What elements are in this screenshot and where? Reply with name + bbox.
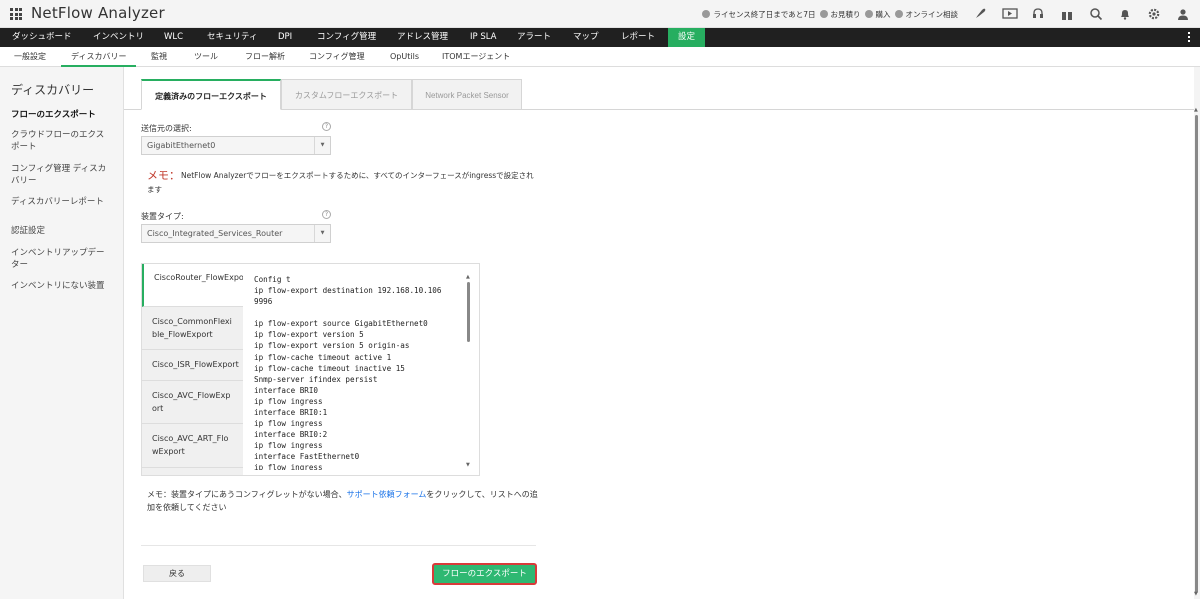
config-template-item[interactable]: Cisco_AVC_ART_FlowExport xyxy=(142,424,243,468)
scroll-thumb[interactable] xyxy=(467,282,470,342)
app-title: NetFlow Analyzer xyxy=(31,4,165,22)
config-template-list: CiscoRouter_FlowExport Cisco_CommonFlexi… xyxy=(142,264,243,475)
sidebar-item-flow-export[interactable]: フローのエクスポート xyxy=(0,109,123,121)
source-label: 送信元の選択: xyxy=(141,124,192,133)
subnav-tools[interactable]: ツール xyxy=(194,47,218,67)
nav-wlc[interactable]: WLC xyxy=(156,28,191,47)
page-scrollbar[interactable]: ▲ ▼ xyxy=(1194,67,1200,599)
sidebar-item-cloud-flow-export[interactable]: クラウドフローのエクスポート xyxy=(0,129,123,153)
license-icon xyxy=(702,10,711,18)
tab-network-packet-sensor[interactable]: Network Packet Sensor xyxy=(412,79,522,110)
nav-security[interactable]: セキュリティ xyxy=(199,28,266,47)
chevron-down-icon: ▼ xyxy=(314,225,330,242)
config-template-item[interactable]: Cisco_ISR_FlowExport xyxy=(142,350,243,381)
subnav-oputils[interactable]: OpUtils xyxy=(390,47,419,67)
nav-dashboard[interactable]: ダッシュボード xyxy=(4,28,80,47)
config-scrollbar[interactable]: ▲ ▼ xyxy=(466,274,472,468)
rocket-icon[interactable] xyxy=(973,7,987,21)
tab-predefined-export[interactable]: 定義済みのフローエクスポート xyxy=(141,79,281,110)
nav-address-management[interactable]: アドレス管理 xyxy=(389,28,456,47)
sidebar-item-unmanaged-devices[interactable]: インベントリにない装置 xyxy=(0,280,123,292)
nav-dpi[interactable]: DPI xyxy=(270,28,300,47)
more-menu-icon[interactable] xyxy=(1188,32,1191,44)
config-template-item[interactable]: Cisco_CommonFlexible_FlowExport xyxy=(142,307,243,350)
subnav-monitoring[interactable]: 監視 xyxy=(151,47,167,67)
source-help-icon[interactable]: ? xyxy=(322,122,331,131)
memo-text: NetFlow Analyzerでフローをエクスポートするために、すべてのインタ… xyxy=(147,171,534,194)
subnav-discovery[interactable]: ディスカバリー xyxy=(61,47,137,67)
device-type-help-icon[interactable]: ? xyxy=(322,210,331,219)
nav-alerts[interactable]: アラート xyxy=(509,28,559,47)
source-select[interactable]: GigabitEthernet0 ▼ xyxy=(141,136,331,155)
license-link[interactable]: ライセンス終了日まであと7日 xyxy=(702,9,816,20)
device-type-select[interactable]: Cisco_Integrated_Services_Router ▼ xyxy=(141,224,331,243)
scroll-up-icon[interactable]: ▲ xyxy=(466,274,470,280)
config-template-panel: CiscoRouter_FlowExport Cisco_CommonFlexi… xyxy=(141,263,480,476)
search-icon[interactable] xyxy=(1089,7,1103,21)
support-note: メモ：装置タイプにあうコンフィグレットがない場合、サポート依頼フォームをクリック… xyxy=(147,490,538,512)
sidebar-item-inventory-updater[interactable]: インベントリアップデーター xyxy=(0,247,123,271)
sidebar-title: ディスカバリー xyxy=(11,83,95,97)
sidebar-item-config-discovery[interactable]: コンフィグ管理 ディスカバリー xyxy=(0,163,123,187)
consult-link[interactable]: オンライン相談 xyxy=(894,9,958,20)
cart-icon xyxy=(864,10,873,18)
top-bar: NetFlow Analyzer ライセンス終了日まであと7日 お見積り 購入 … xyxy=(0,0,1200,28)
gear-icon[interactable] xyxy=(1147,7,1161,21)
footer-divider xyxy=(141,545,536,546)
config-template-item[interactable]: Cisco_AVC_FlowExport xyxy=(142,381,243,424)
scroll-up-icon[interactable]: ▲ xyxy=(1194,107,1198,113)
app-grid-icon[interactable] xyxy=(10,8,22,20)
scroll-down-icon[interactable]: ▼ xyxy=(1194,591,1198,597)
tab-custom-export[interactable]: カスタムフローエクスポート xyxy=(281,79,412,110)
sidebar-item-discovery-report[interactable]: ディスカバリーレポート xyxy=(0,196,123,208)
gift-icon[interactable] xyxy=(1060,7,1074,21)
nav-inventory[interactable]: インベントリ xyxy=(85,28,152,47)
subnav-general-settings[interactable]: 一般設定 xyxy=(14,47,46,67)
export-flow-button[interactable]: フローのエクスポート xyxy=(432,563,537,585)
sub-nav: 一般設定 ディスカバリー 監視 ツール フロー解析 コンフィグ管理 OpUtil… xyxy=(0,47,1200,67)
scroll-down-icon[interactable]: ▼ xyxy=(466,462,470,468)
video-icon[interactable] xyxy=(1002,7,1018,21)
subnav-flow-analysis[interactable]: フロー解析 xyxy=(245,47,285,67)
nav-ip-sla[interactable]: IP SLA xyxy=(462,28,504,47)
subnav-config-management[interactable]: コンフィグ管理 xyxy=(309,47,365,67)
device-type-label: 装置タイプ: xyxy=(141,212,184,221)
subnav-itom-agent[interactable]: ITOMエージェント xyxy=(442,47,510,67)
nav-config-management[interactable]: コンフィグ管理 xyxy=(309,28,384,47)
chat-icon xyxy=(894,10,903,18)
chevron-down-icon: ▼ xyxy=(314,137,330,154)
headset-icon[interactable] xyxy=(1031,7,1045,21)
nav-maps[interactable]: マップ xyxy=(565,28,607,47)
main-content: 定義済みのフローエクスポート カスタムフローエクスポート Network Pac… xyxy=(124,67,1194,599)
nav-settings[interactable]: 設定 xyxy=(668,28,705,47)
config-code[interactable]: Config t ip flow-export destination 192.… xyxy=(254,274,464,470)
buy-link[interactable]: 購入 xyxy=(864,9,891,20)
config-template-item[interactable]: CiscoRouter_FlowExport xyxy=(142,264,243,307)
quote-icon xyxy=(819,10,828,18)
nav-reports[interactable]: レポート xyxy=(613,28,663,47)
scroll-thumb[interactable] xyxy=(1195,115,1198,593)
sidebar-item-credentials[interactable]: 認証設定 xyxy=(0,225,123,237)
main-nav: ダッシュボード インベントリ WLC セキュリティ DPI コンフィグ管理 アド… xyxy=(0,28,1200,47)
sidebar: ディスカバリー フローのエクスポート クラウドフローのエクスポート コンフィグ管… xyxy=(0,67,124,599)
back-button[interactable]: 戻る xyxy=(143,565,211,582)
quote-link[interactable]: お見積り xyxy=(819,9,861,20)
bell-icon[interactable] xyxy=(1118,7,1132,21)
support-request-link[interactable]: サポート依頼フォーム xyxy=(347,490,427,499)
user-icon[interactable] xyxy=(1176,7,1190,21)
